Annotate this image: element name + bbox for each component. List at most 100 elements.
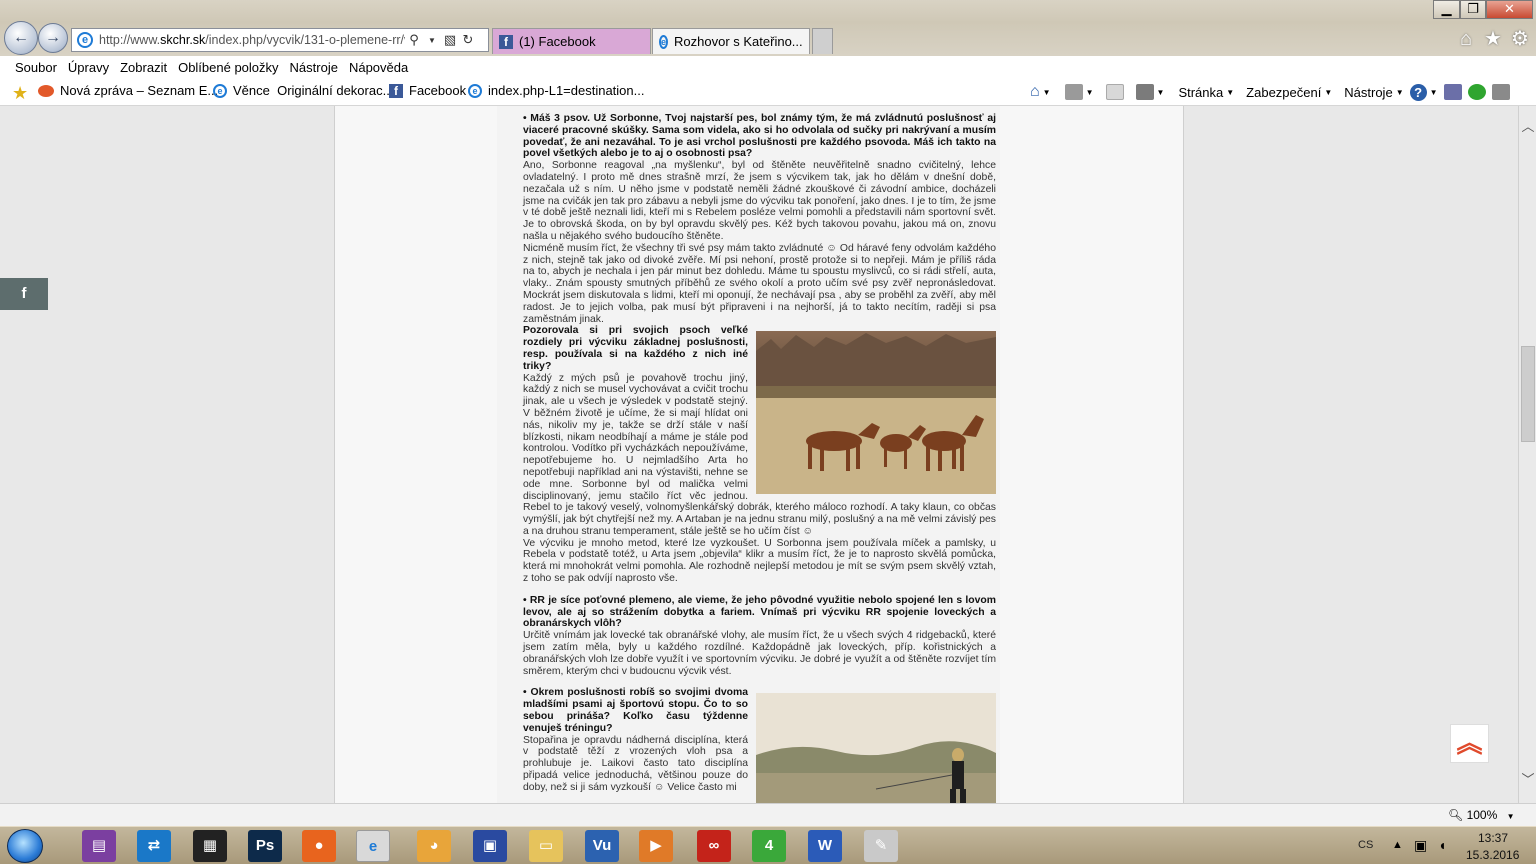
favorites-star-icon[interactable]: ★ bbox=[1482, 28, 1504, 50]
help-icon: ? bbox=[1409, 83, 1427, 101]
save-disk-taskbar-button[interactable]: ▣ bbox=[473, 830, 507, 862]
network-icon[interactable]: ▣ bbox=[1414, 837, 1427, 854]
scroll-to-top-button[interactable]: ︽ bbox=[1450, 724, 1489, 763]
maximize-button[interactable]: ❐ bbox=[1460, 0, 1486, 19]
creative-cloud-taskbar-button[interactable]: ∞ bbox=[697, 830, 731, 862]
language-indicator[interactable]: CS bbox=[1358, 839, 1373, 851]
address-url[interactable]: http://www.skchr.sk/index.php/vycvik/131… bbox=[99, 33, 405, 47]
mail-icon bbox=[1105, 84, 1124, 100]
dropdown-arrow-icon: ▼ bbox=[1324, 87, 1333, 97]
new-tab-button[interactable] bbox=[812, 28, 833, 54]
favorite-vence[interactable]: e Věnce Originální dekorac... bbox=[213, 83, 393, 98]
clock-time[interactable]: 13:37 bbox=[1478, 831, 1508, 845]
firefox-icon: ● bbox=[314, 837, 324, 854]
vertical-scrollbar[interactable]: ︿ ﹀ bbox=[1518, 106, 1536, 803]
tab-facebook[interactable]: f (1) Facebook bbox=[492, 28, 651, 54]
folder-taskbar-button[interactable]: ▭ bbox=[529, 830, 563, 862]
address-bar[interactable]: e http://www.skchr.sk/index.php/vycvik/1… bbox=[71, 28, 489, 52]
vu-taskbar-button[interactable]: Vu bbox=[585, 830, 619, 862]
creative-cloud-icon: ∞ bbox=[708, 837, 720, 854]
equalizer-taskbar-button[interactable]: ▦ bbox=[193, 830, 227, 862]
dropdown-arrow-icon[interactable]: ▼ bbox=[423, 36, 441, 45]
answer-3: Určitě vnímám jak lovecké tak obranářské… bbox=[523, 630, 996, 677]
menu-zobrazit[interactable]: Zobrazit bbox=[120, 60, 167, 75]
duck-icon: ◕ bbox=[429, 837, 439, 854]
winrar-taskbar-button[interactable]: ▤ bbox=[82, 830, 116, 862]
page-menu[interactable]: Stránka ▼ bbox=[1178, 85, 1234, 100]
status-bar: 🔍︎ 100% ▼ bbox=[0, 803, 1536, 826]
double-chevron-up-icon: ︽ bbox=[1456, 728, 1483, 758]
menu-napoveda[interactable]: Nápověda bbox=[349, 60, 408, 75]
tools-menu-label: Nástroje bbox=[1344, 84, 1393, 100]
security-menu-label: Zabezpečení bbox=[1246, 84, 1322, 100]
tab-rozhovor-label: Rozhovor s Kateřino... bbox=[674, 34, 803, 49]
addon-green-button[interactable] bbox=[1467, 84, 1486, 100]
menu-upravy[interactable]: Úpravy bbox=[68, 60, 109, 75]
help-button[interactable]: ? ▼ bbox=[1409, 83, 1438, 101]
question-3: • RR je síce poťovné plemeno, ale vieme,… bbox=[523, 594, 996, 630]
scroll-down-arrow-icon[interactable]: ﹀ bbox=[1519, 771, 1536, 789]
dropdown-arrow-icon: ▼ bbox=[1085, 87, 1094, 97]
menu-bar: Soubor Úpravy Zobrazit Oblíbené položky … bbox=[0, 56, 1536, 78]
internet-explorer-taskbar-button[interactable]: e bbox=[356, 830, 390, 862]
add-favorite-star-icon: ★ bbox=[12, 83, 29, 103]
ie-tab-icon: e bbox=[659, 34, 669, 49]
back-button[interactable]: ← bbox=[4, 21, 38, 55]
addon-green-icon bbox=[1467, 84, 1486, 100]
photoshop-taskbar-button[interactable]: Ps bbox=[248, 830, 282, 862]
minimize-button[interactable]: ▁ bbox=[1433, 0, 1460, 19]
scroll-up-arrow-icon[interactable]: ︿ bbox=[1519, 118, 1536, 136]
menu-oblibene[interactable]: Oblíbené položky bbox=[178, 60, 278, 75]
print-button[interactable]: ▼ bbox=[1135, 84, 1164, 100]
zoom-control[interactable]: 🔍︎ 100% ▼ bbox=[1448, 808, 1515, 822]
mail-button[interactable] bbox=[1105, 84, 1124, 100]
zoom-level: 100% bbox=[1466, 808, 1498, 822]
search-icon[interactable]: ⚲ bbox=[405, 32, 423, 48]
menu-nastroje[interactable]: Nástroje bbox=[290, 60, 338, 75]
feeds-button[interactable]: ▼ bbox=[1064, 84, 1094, 100]
page-viewport: • Máš 3 psov. Už Sorbonne, Tvoj najstarš… bbox=[0, 106, 1518, 803]
scrollbar-thumb[interactable] bbox=[1521, 346, 1535, 442]
tools-menu[interactable]: Nástroje ▼ bbox=[1344, 85, 1403, 100]
dropdown-arrow-icon: ▼ bbox=[1429, 87, 1438, 97]
green-4-taskbar-button[interactable]: 4 bbox=[752, 830, 786, 862]
close-window-button[interactable]: ✕ bbox=[1486, 0, 1533, 19]
favorite-facebook[interactable]: f Facebook bbox=[389, 83, 466, 98]
back-arrow-icon: ← bbox=[13, 29, 29, 46]
volume-icon[interactable]: ◖ bbox=[1438, 837, 1446, 853]
word-taskbar-button[interactable]: W bbox=[808, 830, 842, 862]
start-button[interactable] bbox=[7, 829, 43, 863]
show-hidden-icons-icon[interactable]: ▲ bbox=[1392, 839, 1403, 851]
url-path: /index.php/vycvik/131-o-plemene-rr/vy bbox=[205, 33, 405, 47]
clock-date[interactable]: 15.3.2016 bbox=[1466, 848, 1519, 862]
refresh-icon[interactable]: ↻ bbox=[459, 32, 477, 48]
research-button[interactable] bbox=[1443, 84, 1462, 100]
home-icon[interactable]: ⌂ bbox=[1455, 28, 1477, 50]
duck-taskbar-button[interactable]: ◕ bbox=[417, 830, 451, 862]
favorite-facebook-label: Facebook bbox=[409, 83, 467, 98]
paint-icon: ✎ bbox=[874, 837, 888, 854]
folder-icon: ▭ bbox=[538, 837, 554, 854]
teamviewer-taskbar-button[interactable]: ⇄ bbox=[137, 830, 171, 862]
favorites-center-icon[interactable]: ★ bbox=[12, 83, 28, 104]
media-player-taskbar-button[interactable]: ▶ bbox=[639, 830, 673, 862]
question-1: • Máš 3 psov. Už Sorbonne, Tvoj najstarš… bbox=[523, 113, 996, 160]
facebook-share-button[interactable]: f bbox=[0, 278, 48, 310]
firefox-taskbar-button[interactable]: ● bbox=[302, 830, 336, 862]
home-button[interactable]: ⌂ ▼ bbox=[1030, 83, 1051, 101]
dropdown-arrow-icon: ▼ bbox=[1042, 87, 1051, 97]
facebook-icon: f bbox=[499, 34, 513, 49]
settings-gear-icon[interactable]: ⚙ bbox=[1509, 28, 1531, 50]
security-menu[interactable]: Zabezpečení ▼ bbox=[1246, 85, 1332, 100]
forward-button[interactable]: → bbox=[38, 23, 68, 53]
compatibility-view-icon[interactable]: ▧ bbox=[441, 32, 459, 48]
addon-notes-button[interactable] bbox=[1491, 84, 1510, 100]
dropdown-arrow-icon: ▼ bbox=[1395, 87, 1404, 97]
favorite-index[interactable]: e index.php-L1=destination... bbox=[468, 83, 644, 98]
menu-soubor[interactable]: Soubor bbox=[15, 60, 57, 75]
paint-taskbar-button[interactable]: ✎ bbox=[864, 830, 898, 862]
photoshop-icon: Ps bbox=[255, 837, 275, 854]
tracking-training-photo bbox=[756, 693, 996, 803]
favorite-seznam[interactable]: Nová zpráva – Seznam E... bbox=[38, 83, 218, 98]
tab-rozhovor[interactable]: e Rozhovor s Kateřino... ✕ bbox=[652, 28, 810, 54]
